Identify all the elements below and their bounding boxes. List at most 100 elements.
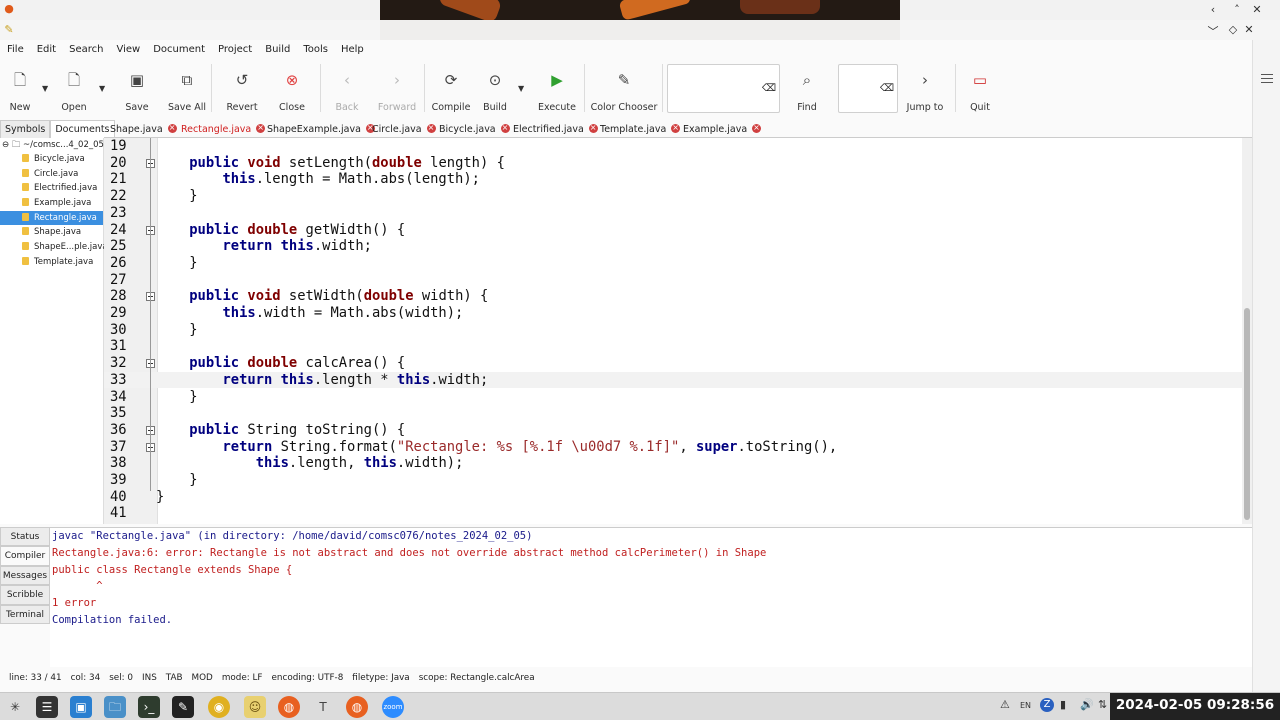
close-icon[interactable]: ✕	[1250, 3, 1264, 16]
compiler-output-line[interactable]: Compilation failed.	[50, 612, 1252, 629]
goto-line-input[interactable]: ⌫	[838, 64, 898, 113]
geany-app-icon[interactable]: ☺	[244, 696, 266, 718]
tree-root-folder[interactable]: ⊖ 🗀 ~/comsc...4_02_05	[0, 138, 104, 152]
battery-icon[interactable]: ▮	[1060, 698, 1066, 711]
tab-electrified-java[interactable]: Electrified.java	[513, 120, 598, 138]
code-line[interactable]: 32 public double calcArea() {	[104, 355, 1242, 372]
revert-button[interactable]: ↺ Revert	[215, 68, 269, 113]
document-item-selected[interactable]: Rectangle.java	[0, 210, 103, 226]
tab-bicycle-java[interactable]: Bicycle.java	[439, 120, 510, 138]
execute-button[interactable]: ▶ Execute	[530, 68, 584, 113]
menu-edit[interactable]: Edit	[37, 44, 56, 55]
code-line[interactable]: 28 public void setWidth(double width) {	[104, 288, 1242, 305]
code-line[interactable]: 19	[104, 138, 1242, 155]
firefox-window-icon[interactable]: ◍	[346, 696, 368, 718]
minimize-icon[interactable]: ﹀	[1206, 23, 1220, 39]
document-item[interactable]: ShapeE...ple.java	[0, 240, 108, 255]
code-line[interactable]: 24 public double getWidth() {	[104, 222, 1242, 239]
code-line[interactable]: 22 }	[104, 188, 1242, 205]
code-line[interactable]: 20 public void setLength(double length) …	[104, 155, 1242, 172]
tab-rectangle-java[interactable]: Rectangle.java	[181, 120, 266, 138]
new-button[interactable]: 🗋 New	[0, 68, 47, 113]
clear-search-icon[interactable]: ⌫	[762, 83, 776, 94]
zotero-tray-icon[interactable]: Z	[1040, 698, 1054, 712]
tab-shape-java[interactable]: Shape.java	[110, 120, 177, 138]
close-tab-icon[interactable]	[752, 120, 762, 136]
save-all-button[interactable]: ⧉ Save All	[160, 68, 214, 113]
window-list-icon[interactable]: ☰	[36, 696, 58, 718]
compiler-error-line[interactable]: ^	[50, 578, 1252, 595]
close-tab-icon[interactable]	[588, 120, 598, 136]
app-launcher-icon[interactable]: ✳	[4, 696, 26, 718]
restore-icon[interactable]: ◇	[1226, 23, 1240, 36]
back-button[interactable]: ‹ Back	[320, 68, 374, 113]
code-line[interactable]: 38 this.length, this.width);	[104, 455, 1242, 472]
close-icon[interactable]: ✕	[1242, 23, 1256, 36]
menu-document[interactable]: Document	[153, 44, 205, 55]
code-line[interactable]: 33 return this.length * this.width;	[104, 371, 1242, 389]
close-tab-icon[interactable]	[167, 120, 177, 136]
document-item[interactable]: Example.java	[0, 196, 103, 211]
code-line[interactable]: 21 this.length = Math.abs(length);	[104, 171, 1242, 188]
menu-project[interactable]: Project	[218, 44, 252, 55]
maximize-icon[interactable]: ˄	[1230, 3, 1244, 16]
code-line[interactable]: 30 }	[104, 322, 1242, 339]
typora-icon[interactable]: T	[312, 696, 334, 718]
clock[interactable]: 2024-02-05 09:28:56	[1110, 693, 1280, 720]
code-line[interactable]: 41	[104, 505, 1242, 522]
document-item[interactable]: Bicycle.java	[0, 152, 103, 167]
menu-help[interactable]: Help	[341, 44, 364, 55]
chrome-icon[interactable]: ◉	[208, 696, 230, 718]
document-item[interactable]: Electrified.java	[0, 181, 103, 196]
document-item[interactable]: Template.java	[0, 255, 103, 270]
code-line[interactable]: 23	[104, 205, 1242, 222]
tab-status[interactable]: Status	[0, 527, 50, 547]
firefox-icon[interactable]: ◍	[278, 696, 300, 718]
find-button[interactable]: ⌕ Find	[780, 68, 834, 113]
code-line[interactable]: 39 }	[104, 472, 1242, 489]
compiler-output-line[interactable]: javac "Rectangle.java" (in directory: /h…	[50, 528, 1252, 545]
jump-to-button[interactable]: › Jump to	[898, 68, 952, 113]
keyboard-layout[interactable]: EN	[1020, 701, 1031, 710]
menu-build[interactable]: Build	[265, 44, 290, 55]
search-input[interactable]: ⌫	[667, 64, 780, 113]
close-tab-icon[interactable]	[426, 120, 436, 136]
save-button[interactable]: ▣ Save	[110, 68, 164, 113]
clear-goto-icon[interactable]: ⌫	[880, 83, 894, 94]
file-manager-icon[interactable]: 🗀	[104, 696, 126, 718]
tab-messages[interactable]: Messages	[0, 565, 50, 586]
compiler-error-line[interactable]: 1 error	[50, 595, 1252, 612]
close-button[interactable]: ⊗ Close	[265, 68, 319, 113]
open-dropdown-icon[interactable]: ▼	[99, 84, 105, 93]
build-button[interactable]: ⊙ Build	[468, 68, 522, 113]
editor-app-icon[interactable]: ✎	[172, 696, 194, 718]
code-line[interactable]: 25 return this.width;	[104, 238, 1242, 255]
code-line[interactable]: 40}	[104, 489, 1242, 506]
compiler-output-panel[interactable]: javac "Rectangle.java" (in directory: /h…	[50, 527, 1252, 667]
code-line[interactable]: 27	[104, 272, 1242, 289]
scrollbar-thumb[interactable]	[1244, 308, 1250, 520]
menu-search[interactable]: Search	[69, 44, 103, 55]
code-editor[interactable]: 19 20 public void setLength(double length…	[104, 138, 1242, 524]
code-line[interactable]: 34 }	[104, 389, 1242, 406]
menu-file[interactable]: File	[7, 44, 24, 55]
editor-scrollbar[interactable]	[1242, 138, 1252, 524]
code-line[interactable]: 35	[104, 405, 1242, 422]
terminal-icon[interactable]: ›_	[138, 696, 160, 718]
minimize-icon[interactable]: ‹	[1206, 3, 1220, 16]
color-chooser-button[interactable]: ✎ Color Chooser	[590, 68, 658, 113]
tab-example-java[interactable]: Example.java	[683, 120, 762, 138]
network-icon[interactable]: ⇅	[1098, 698, 1107, 711]
tab-symbols[interactable]: Symbols	[0, 120, 51, 138]
code-line[interactable]: 26 }	[104, 255, 1242, 272]
code-line[interactable]: 37 return String.format("Rectangle: %s […	[104, 439, 1242, 456]
close-tab-icon[interactable]	[671, 120, 681, 136]
build-dropdown-icon[interactable]: ▼	[518, 84, 524, 93]
menu-view[interactable]: View	[116, 44, 140, 55]
quit-button[interactable]: ▭ Quit	[953, 68, 1007, 113]
tab-shapeexample-java[interactable]: ShapeExample.java	[267, 120, 375, 138]
screenshot-icon[interactable]: ▣	[70, 696, 92, 718]
menu-tools[interactable]: Tools	[303, 44, 328, 55]
document-item[interactable]: Circle.java	[0, 167, 103, 182]
tab-scribble[interactable]: Scribble	[0, 585, 50, 605]
